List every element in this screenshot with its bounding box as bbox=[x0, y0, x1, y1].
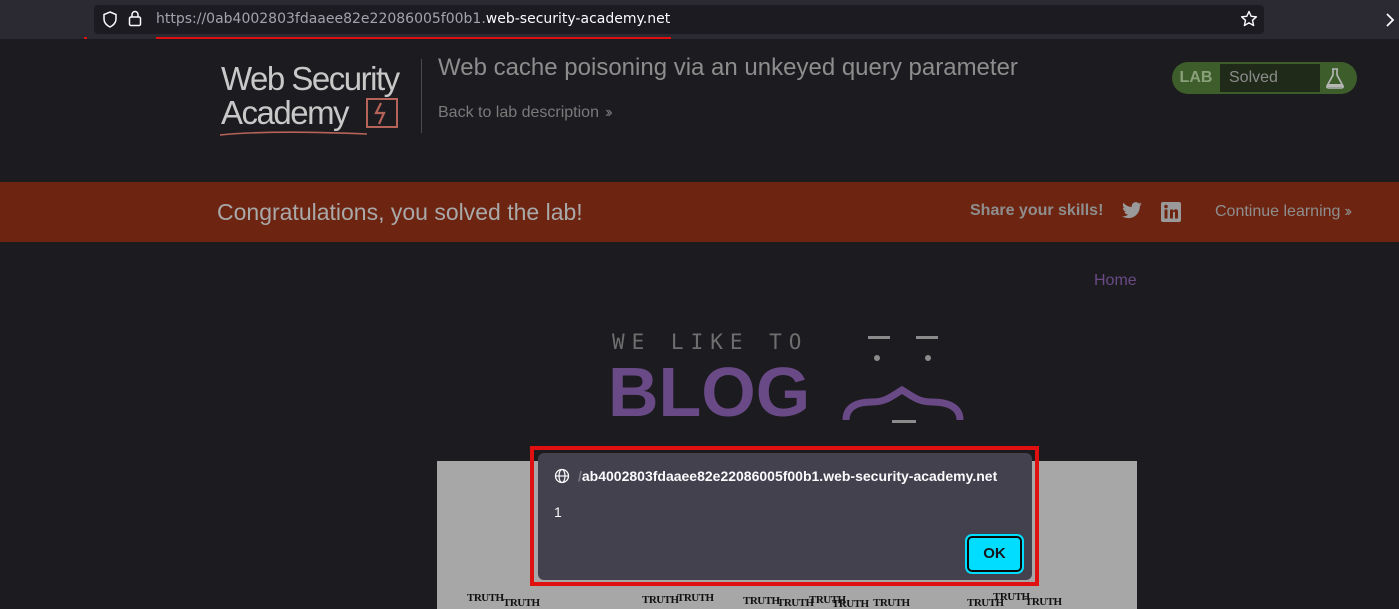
bookmark-star-icon[interactable] bbox=[1240, 10, 1258, 33]
lock-icon[interactable] bbox=[128, 10, 142, 32]
image-word: TRUTH bbox=[873, 597, 910, 609]
url-text[interactable]: https://0ab4002803fdaaee82e22086005f00b1… bbox=[156, 11, 670, 27]
double-chevron-right-icon: ›› bbox=[1344, 203, 1351, 220]
home-link[interactable]: Home bbox=[1094, 272, 1137, 290]
back-to-lab-description-link[interactable]: Back to lab description ›› bbox=[438, 104, 612, 122]
web-security-academy-logo[interactable]: Web Security Academy bbox=[219, 60, 419, 136]
header-divider bbox=[421, 59, 422, 133]
browser-toolbar: https://0ab4002803fdaaee82e22086005f00b1… bbox=[0, 0, 1399, 39]
linkedin-icon[interactable] bbox=[1161, 202, 1181, 227]
url-bar[interactable]: https://0ab4002803fdaaee82e22086005f00b1… bbox=[94, 5, 1264, 34]
continue-learning-link[interactable]: Continue learning ›› bbox=[1215, 203, 1352, 221]
image-word: TRUTH bbox=[642, 594, 679, 606]
url-prefix: https://0ab4002803fdaaee82e22086005f00b1… bbox=[156, 11, 486, 27]
image-word: TRUTH bbox=[677, 592, 714, 604]
continue-learning-label: Continue learning bbox=[1215, 203, 1341, 220]
twitter-icon[interactable] bbox=[1121, 202, 1143, 225]
dialog-origin-host: ab4002803fdaaee82e22086005f00b1.web-secu… bbox=[581, 468, 998, 484]
tracking-shield-icon[interactable] bbox=[102, 11, 118, 33]
image-word: TRUTH bbox=[467, 592, 504, 604]
alert-dialog: /ab4002803fdaaee82e22086005f00b1.web-sec… bbox=[538, 453, 1032, 580]
logo-bolt-icon bbox=[365, 97, 399, 134]
blog-tagline: WE LIKE TO bbox=[612, 330, 809, 354]
dialog-origin: /ab4002803fdaaee82e22086005f00b1.web-sec… bbox=[578, 468, 997, 484]
toolbar-overflow-icon[interactable] bbox=[1383, 8, 1399, 32]
blog-title: BLOG bbox=[608, 353, 811, 431]
image-word: TRUTH bbox=[832, 598, 869, 609]
lab-badge: LAB bbox=[1179, 69, 1213, 86]
blog-face-icon bbox=[842, 332, 967, 432]
image-word: TRUTH bbox=[1025, 596, 1062, 608]
lab-status-text: Solved bbox=[1220, 64, 1320, 92]
flask-icon bbox=[1324, 66, 1346, 94]
url-domain: web-security-academy.net bbox=[485, 11, 671, 27]
dialog-message: 1 bbox=[554, 504, 562, 520]
lab-status-widget: LAB Solved bbox=[1172, 62, 1357, 94]
double-chevron-right-icon: ›› bbox=[604, 104, 612, 121]
share-skills-label: Share your skills! bbox=[970, 202, 1104, 219]
back-link-label: Back to lab description bbox=[438, 104, 599, 121]
logo-line-1: Web Security bbox=[221, 60, 400, 97]
congratulations-banner: Congratulations, you solved the lab! Sha… bbox=[0, 182, 1399, 242]
lab-header: Web Security Academy Web cache poisoning… bbox=[0, 39, 1399, 182]
lab-title: Web cache poisoning via an unkeyed query… bbox=[438, 54, 1018, 81]
congrats-message: Congratulations, you solved the lab! bbox=[217, 199, 583, 225]
globe-icon bbox=[554, 468, 570, 489]
ok-button[interactable]: OK bbox=[965, 534, 1024, 574]
logo-underline bbox=[219, 124, 369, 142]
image-word: TRUTH bbox=[743, 595, 780, 607]
image-word: TRUTH bbox=[503, 597, 540, 609]
blog-logo: WE LIKE TO BLOG bbox=[608, 330, 970, 432]
